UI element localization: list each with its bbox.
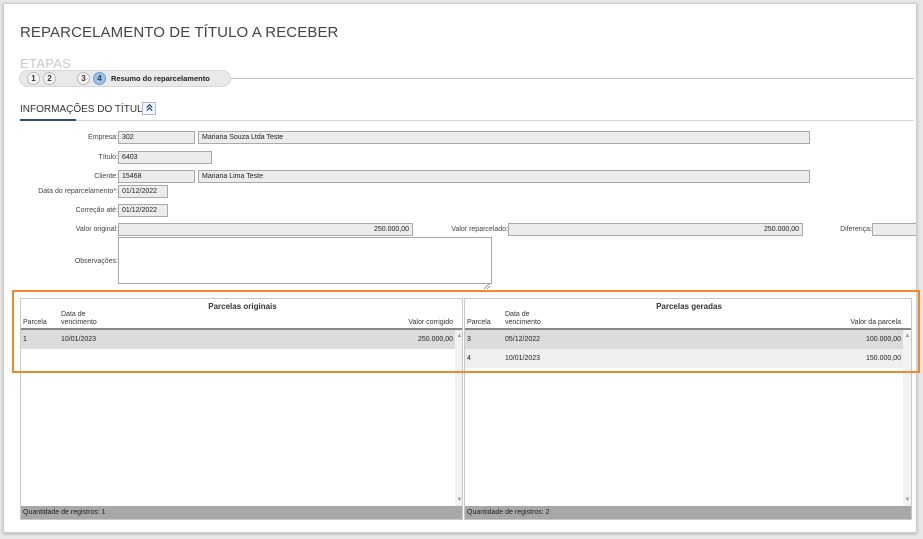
data-reparcelamento-field[interactable]: 01/12/2022 <box>118 185 168 198</box>
resize-handle-icon[interactable] <box>483 276 491 290</box>
data-reparcelamento-label: Data do reparcelamento*: <box>38 188 118 195</box>
section-title: INFORMAÇÕES DO TÍTULO <box>20 104 151 115</box>
diferenca-label: Diferença: <box>840 226 872 233</box>
step-1[interactable]: 1 <box>27 72 40 85</box>
correcao-ate-field[interactable]: 01/12/2022 <box>118 204 168 217</box>
section-underline <box>20 119 76 121</box>
steps-divider <box>231 78 914 79</box>
observacoes-textarea[interactable] <box>118 237 492 284</box>
step-4[interactable]: 4 <box>93 72 106 85</box>
correcao-ate-label: Correção até: <box>75 207 118 214</box>
page-title: REPARCELAMENTO DE TÍTULO A RECEBER <box>20 24 339 41</box>
valor-reparcelado-field[interactable]: 250.000,00 <box>508 223 803 236</box>
scroll-down-icon[interactable]: ▼ <box>455 497 462 503</box>
valor-original-field[interactable]: 250.000,00 <box>118 223 413 236</box>
record-count: Quantidade de registros: 2 <box>465 506 911 519</box>
highlight-box <box>12 290 920 373</box>
chevron-double-up-icon <box>145 103 154 114</box>
cliente-label: Cliente: <box>94 173 118 180</box>
step-4-label: Resumo do reparcelamento <box>111 74 210 83</box>
valor-original-label: Valor original: <box>75 226 118 233</box>
cliente-code-field[interactable]: 15468 <box>118 170 195 183</box>
valor-reparcelado-label: Valor reparcelado: <box>451 226 508 233</box>
step-3[interactable]: 3 <box>77 72 90 85</box>
record-count: Quantidade de registros: 1 <box>21 506 462 519</box>
cliente-name-field[interactable]: Mariana Lima Teste <box>198 170 810 183</box>
titulo-field[interactable]: 6403 <box>118 151 212 164</box>
titulo-label: Título: <box>98 154 118 161</box>
empresa-label: Empresa: <box>88 134 118 141</box>
scroll-down-icon[interactable]: ▼ <box>903 497 911 503</box>
observacoes-label: Observações: <box>74 258 118 265</box>
diferenca-field[interactable] <box>872 223 916 236</box>
step-2[interactable]: 2 <box>43 72 56 85</box>
steps-heading: ETAPAS <box>20 56 72 71</box>
empresa-name-field[interactable]: Mariana Souza Ltda Teste <box>198 131 810 144</box>
collapse-section-button[interactable] <box>142 102 156 115</box>
section-divider <box>76 120 914 121</box>
page-container: REPARCELAMENTO DE TÍTULO A RECEBER ETAPA… <box>3 3 920 533</box>
empresa-code-field[interactable]: 302 <box>118 131 195 144</box>
